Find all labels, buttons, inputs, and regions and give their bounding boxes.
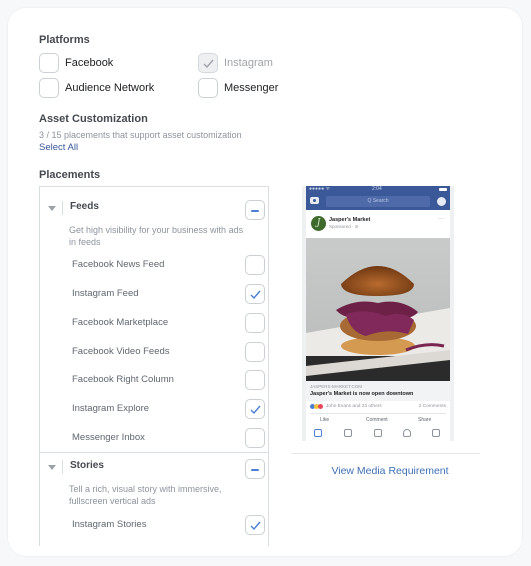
comments-count: 2 Comments: [418, 404, 446, 409]
placement-item[interactable]: Instagram Feed: [40, 284, 268, 306]
placement-checkbox[interactable]: [245, 313, 265, 333]
placement-item[interactable]: Instagram Stories: [40, 515, 268, 537]
placement-label: Facebook News Feed: [72, 259, 165, 270]
share-action: Share: [418, 417, 432, 423]
battery-icon: [439, 188, 447, 191]
instagram-checkbox[interactable]: [198, 53, 218, 73]
phone-screen: ●●●●● ᯤ 2:04 Q Search J Jasper's Market …: [306, 186, 450, 441]
messenger-checkbox[interactable]: [198, 78, 218, 98]
placement-label: Facebook Video Feeds: [72, 346, 170, 357]
caret-down-icon[interactable]: [48, 206, 56, 211]
feeds-collapse-toggle[interactable]: [245, 200, 265, 220]
page-name: Jasper's Market: [329, 217, 371, 223]
facebook-checkbox[interactable]: [39, 53, 59, 73]
placement-checkbox[interactable]: [245, 399, 265, 419]
post-actions: Like Comment Share: [310, 413, 446, 425]
sponsored-label: Sponsored · ⊘: [329, 224, 359, 229]
link-domain: JASPERS-MARKET.COM: [310, 384, 363, 389]
signal-icon: ●●●●● ᯤ: [309, 186, 331, 192]
view-media-requirement-link[interactable]: View Media Requirement: [284, 465, 496, 477]
placements-card: Platforms Facebook Instagram Audience Ne…: [8, 8, 522, 556]
placement-item[interactable]: Facebook Video Feeds: [40, 342, 268, 364]
placement-checkbox[interactable]: [245, 515, 265, 535]
reactions-text: John Evans and 23 others: [326, 404, 382, 409]
link-caption: JASPERS-MARKET.COM Jasper's Market is no…: [306, 381, 450, 401]
search-field: Q Search: [326, 196, 430, 207]
facebook-nav-bar: Q Search: [306, 193, 450, 210]
placements-title: Placements: [39, 169, 101, 181]
placement-label: Messenger Inbox: [72, 432, 145, 443]
check-icon: [250, 521, 261, 531]
asset-customization-title: Asset Customization: [39, 113, 148, 125]
messenger-label: Messenger: [224, 82, 279, 94]
placement-checkbox[interactable]: [245, 255, 265, 275]
audience-network-label: Audience Network: [65, 82, 155, 94]
stories-group-title: Stories: [70, 460, 104, 471]
more-icon: ···: [438, 216, 444, 222]
bottom-tab-bar: [306, 426, 450, 441]
reactions-bar: John Evans and 23 others 2 Comments: [306, 401, 450, 413]
burger-image: [306, 238, 450, 381]
audience-network-checkbox[interactable]: [39, 78, 59, 98]
check-icon: [203, 59, 214, 69]
stories-collapse-toggle[interactable]: [245, 459, 265, 479]
feeds-group-header[interactable]: Feeds: [40, 199, 268, 221]
instagram-label: Instagram: [224, 57, 273, 69]
placement-item[interactable]: Facebook Right Column: [40, 370, 268, 392]
placement-item[interactable]: Messenger Inbox: [40, 428, 268, 450]
divider: [62, 460, 63, 474]
placement-label: Instagram Explore: [72, 403, 150, 414]
messenger-icon: [437, 197, 446, 206]
status-time: 2:04: [372, 186, 382, 192]
group-divider: [40, 452, 268, 453]
notifications-tab-icon: [403, 429, 411, 437]
comment-action: Comment: [366, 417, 388, 423]
select-all-link[interactable]: Select All: [39, 142, 78, 153]
preview-divider: [292, 453, 480, 454]
link-headline: Jasper's Market is now open downtown: [310, 391, 414, 397]
placement-checkbox[interactable]: [245, 284, 265, 304]
placement-label: Instagram Stories: [72, 519, 147, 530]
camera-icon: [310, 197, 319, 204]
placement-item[interactable]: Facebook Marketplace: [40, 313, 268, 335]
check-icon: [250, 405, 261, 415]
placement-checkbox[interactable]: [245, 342, 265, 362]
asset-customization-summary: 3 / 15 placements that support asset cus…: [39, 130, 242, 140]
placement-label: Facebook Right Column: [72, 374, 174, 385]
divider: [62, 201, 63, 215]
check-icon: [250, 290, 261, 300]
stories-group-description: Tell a rich, visual story with immersive…: [69, 484, 222, 506]
watch-tab-icon: [344, 429, 352, 437]
love-reaction-icon: [318, 404, 323, 409]
phone-frame: ●●●●● ᯤ 2:04 Q Search J Jasper's Market …: [302, 186, 454, 441]
post-header: J Jasper's Market Sponsored · ⊘ ···: [306, 210, 450, 238]
placement-checkbox[interactable]: [245, 428, 265, 448]
caret-down-icon[interactable]: [48, 465, 56, 470]
news-feed-tab-icon: [314, 429, 322, 437]
placements-list[interactable]: Feeds Get high visibility for your busin…: [39, 186, 269, 546]
menu-tab-icon: [432, 429, 440, 437]
platforms-title: Platforms: [39, 34, 90, 46]
ad-preview: ●●●●● ᯤ 2:04 Q Search J Jasper's Market …: [284, 186, 480, 477]
placement-label: Facebook Marketplace: [72, 317, 169, 328]
placement-item[interactable]: Facebook News Feed: [40, 255, 268, 277]
placement-label: Instagram Feed: [72, 288, 139, 299]
feeds-group-title: Feeds: [70, 201, 99, 212]
feeds-group-description: Get high visibility for your business wi…: [69, 225, 244, 247]
marketplace-tab-icon: [374, 429, 382, 437]
placement-item[interactable]: Instagram Explore: [40, 399, 268, 421]
placement-checkbox[interactable]: [245, 370, 265, 390]
like-action: Like: [320, 417, 330, 423]
ad-image: [306, 238, 450, 381]
stories-group-header[interactable]: Stories: [40, 458, 268, 480]
page-logo: J: [311, 216, 326, 231]
facebook-label: Facebook: [65, 57, 114, 69]
status-bar: ●●●●● ᯤ 2:04: [306, 186, 450, 193]
